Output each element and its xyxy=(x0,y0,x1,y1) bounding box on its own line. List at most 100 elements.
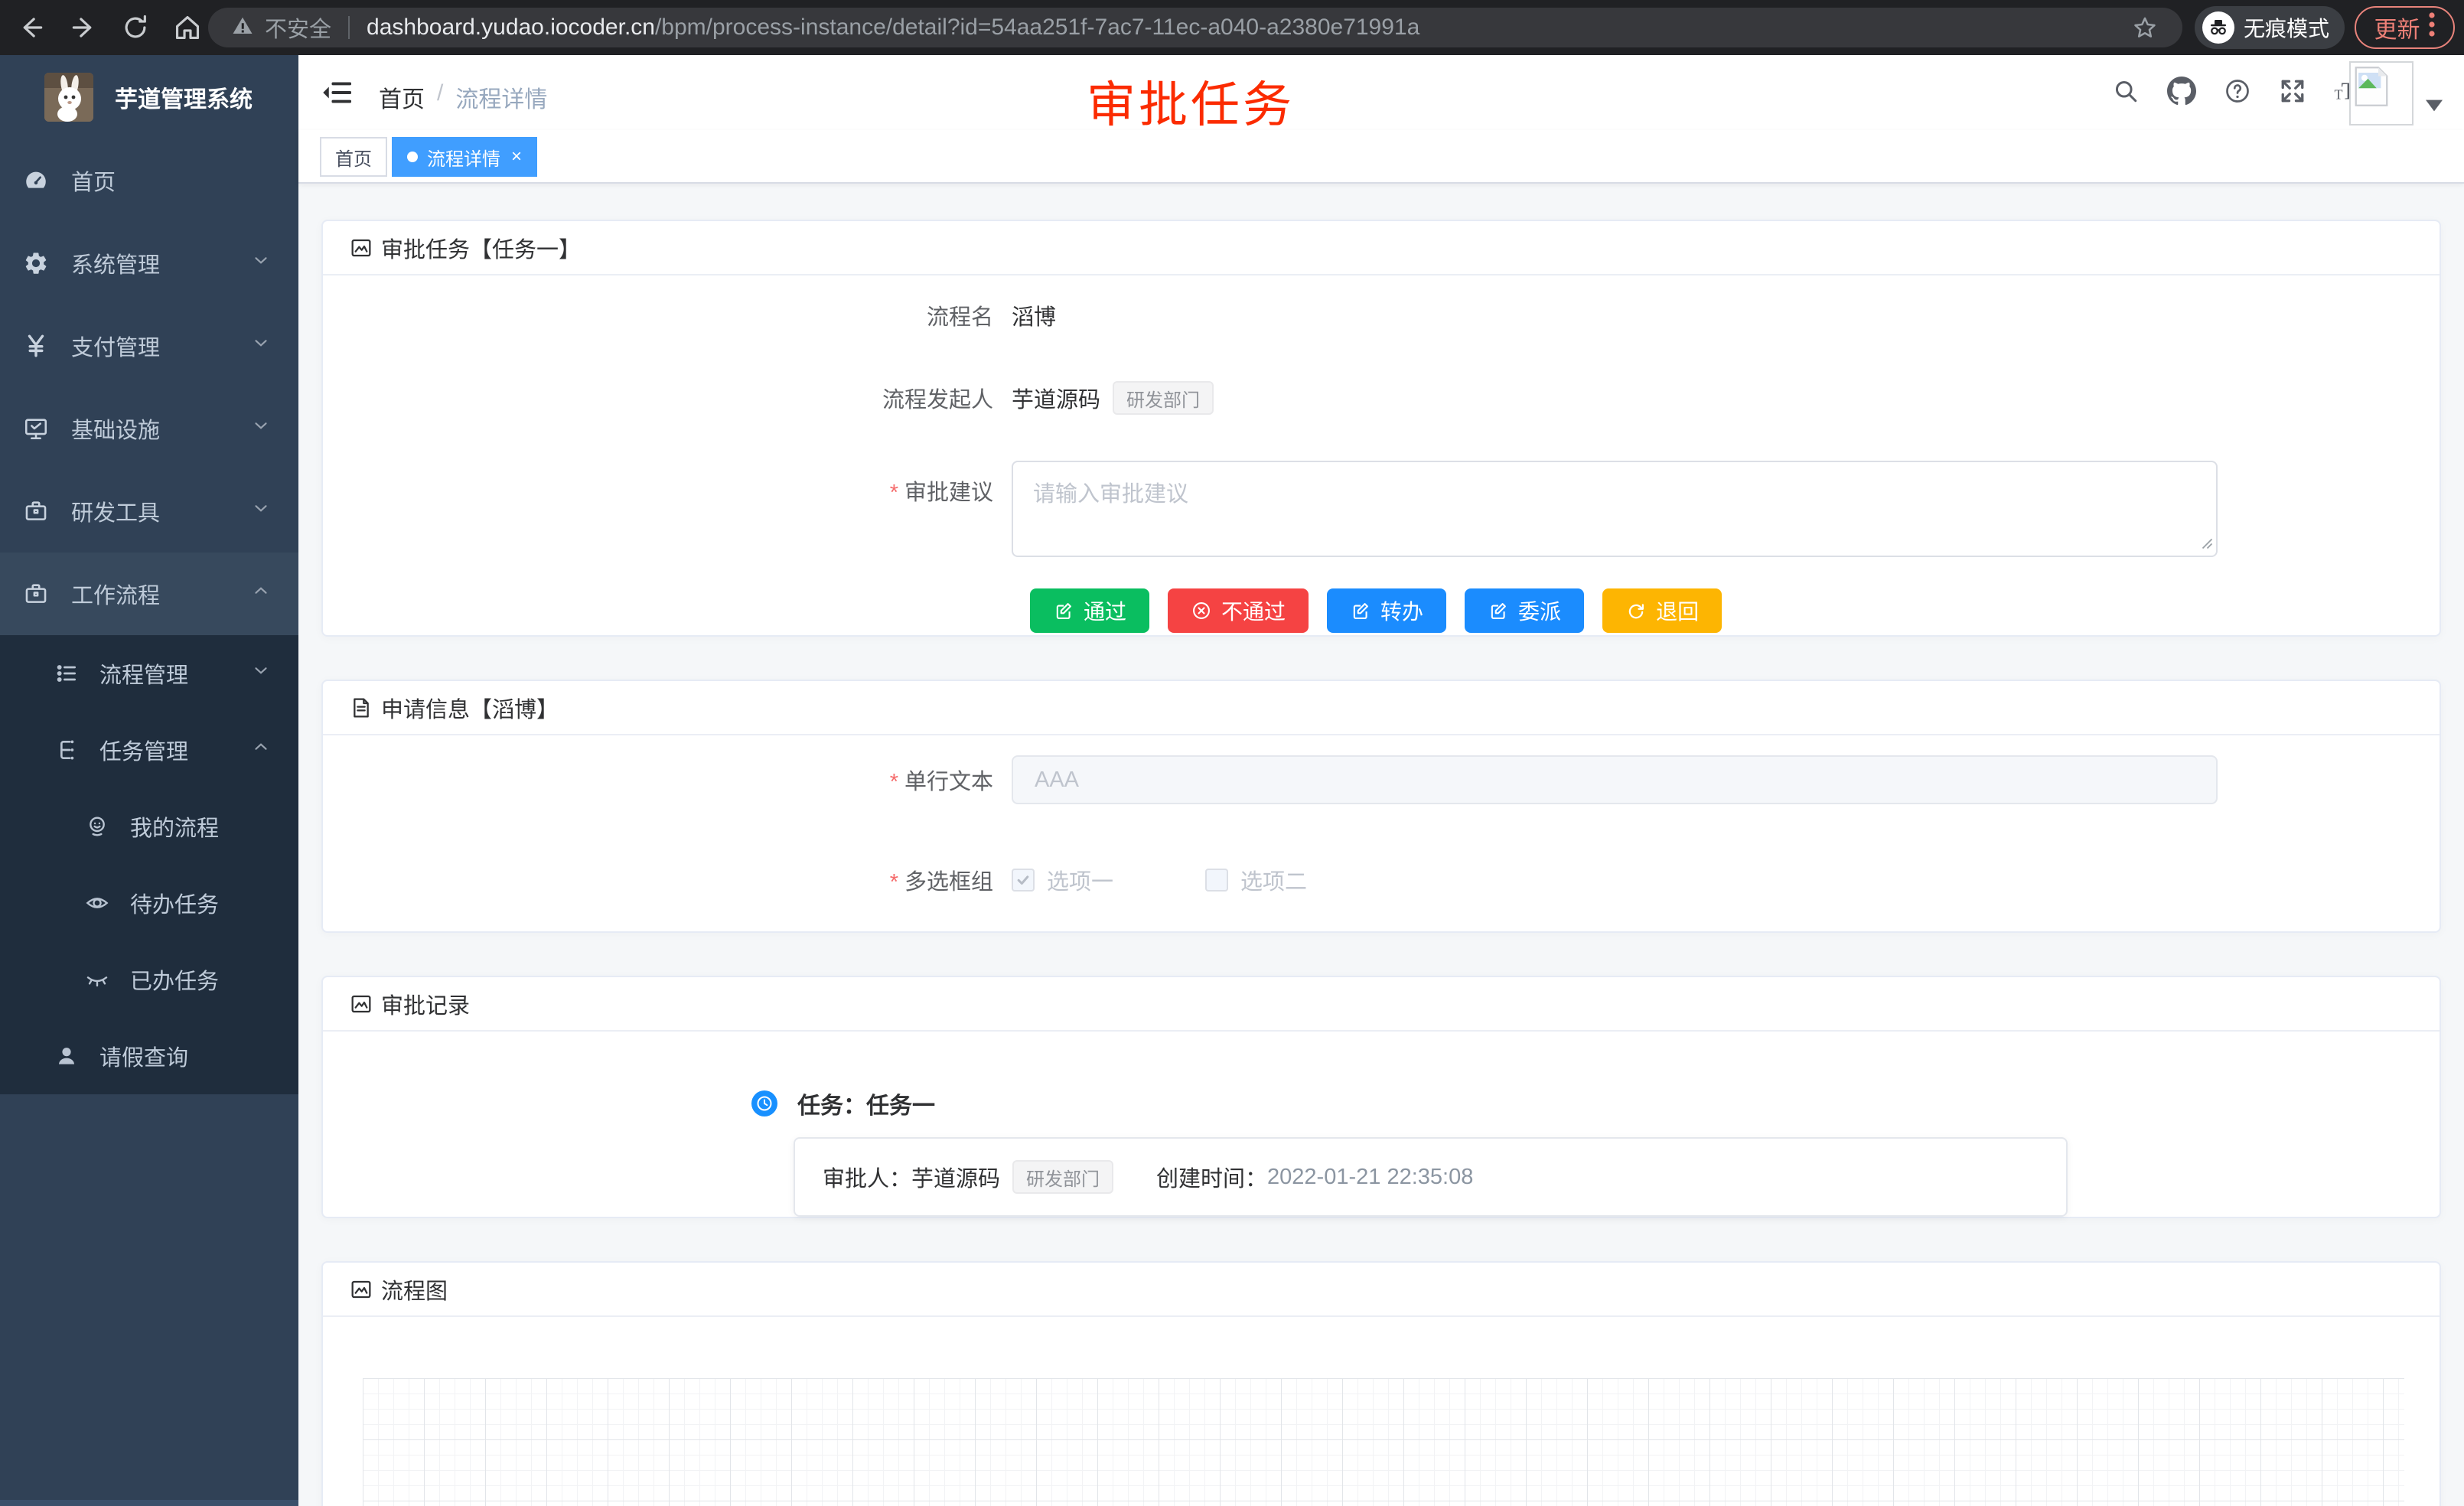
sidebar-item-leave-query[interactable]: 请假查询 xyxy=(0,1018,298,1094)
address-bar[interactable]: 不安全 dashboard.yudao.iocoder.cn/bpm/proce… xyxy=(208,8,2182,47)
picture-icon xyxy=(349,236,373,260)
created-label: 创建时间： xyxy=(1156,1161,1267,1193)
briefcase-icon xyxy=(23,581,49,607)
github-icon[interactable] xyxy=(2167,77,2196,109)
chevron-down-icon xyxy=(251,333,271,359)
sidebar: 芋道管理系统 首页 系统管理 支付管理 基础设施 研发工具 工作流程 流程管理 xyxy=(0,55,298,1506)
briefcase-icon xyxy=(23,498,49,524)
chevron-down-icon xyxy=(251,660,271,686)
breadcrumb-separator: / xyxy=(437,80,443,114)
app-title: 芋道管理系统 xyxy=(115,80,253,114)
app-logo-row[interactable]: 芋道管理系统 xyxy=(0,55,298,139)
picture-icon xyxy=(349,992,373,1016)
assignee-label: 审批人： xyxy=(823,1161,911,1193)
tab-home[interactable]: 首页 xyxy=(320,137,387,177)
request-info-card: 申请信息【滔博】 单行文本 多选框组 选项一 xyxy=(321,680,2441,933)
sidebar-item-label: 首页 xyxy=(71,165,116,197)
page-header: 首页 / 流程详情 审批任务 TT xyxy=(298,55,2464,130)
tags-view-bar: 首页 流程详情 × xyxy=(298,130,2464,184)
tab-label: 流程详情 xyxy=(427,144,500,171)
text-field-row: 单行文本 xyxy=(323,755,2440,804)
diagram-card-title: 流程图 xyxy=(381,1273,448,1306)
back-icon[interactable] xyxy=(17,13,46,42)
sidebar-item-label: 研发工具 xyxy=(71,495,160,527)
sidebar-item-workflow[interactable]: 工作流程 xyxy=(0,553,298,635)
search-icon[interactable] xyxy=(2112,77,2140,109)
app-logo xyxy=(44,73,93,122)
gear-icon xyxy=(23,250,49,276)
checkbox-option-2[interactable]: 选项二 xyxy=(1205,864,1307,896)
sidebar-item-label: 系统管理 xyxy=(71,247,160,279)
text-field-label: 单行文本 xyxy=(323,764,1012,796)
sidebar-item-task-mgmt[interactable]: 任务管理 xyxy=(0,712,298,788)
single-line-text-input[interactable] xyxy=(1012,755,2218,804)
checkbox-option-1[interactable]: 选项一 xyxy=(1012,864,1113,896)
page-annotation-title: 审批任务 xyxy=(1087,66,1295,136)
avatar[interactable] xyxy=(2349,61,2413,126)
textarea-resize-grip[interactable] xyxy=(2199,536,2213,553)
chevron-down-icon xyxy=(251,250,271,276)
approval-record-card: 审批记录 任务：任务一 审批人： 芋道源码 研发部门 创建时间： 2022-01… xyxy=(321,976,2441,1218)
sidebar-bottom-strip xyxy=(0,1500,298,1506)
breadcrumb-home[interactable]: 首页 xyxy=(379,80,425,114)
timeline-task-row: 任务：任务一 xyxy=(751,1087,2440,1120)
process-name-value: 滔博 xyxy=(1012,299,1056,331)
sidebar-item-todo-tasks[interactable]: 待办任务 xyxy=(0,865,298,941)
reload-icon[interactable] xyxy=(121,13,150,42)
eye-closed-icon xyxy=(84,967,110,992)
incognito-label: 无痕模式 xyxy=(2244,12,2329,43)
transfer-button[interactable]: 转办 xyxy=(1327,588,1446,633)
checkbox-label: 选项二 xyxy=(1240,864,1307,896)
diagram-card-header: 流程图 xyxy=(323,1263,2440,1317)
sidebar-item-my-process[interactable]: 我的流程 xyxy=(0,788,298,865)
assignee-value: 芋道源码 xyxy=(911,1161,1000,1193)
bpmn-canvas[interactable] xyxy=(363,1378,2404,1506)
update-button[interactable]: 更新 xyxy=(2355,6,2455,49)
suggestion-label: 审批建议 xyxy=(323,461,1012,507)
user-fill-icon xyxy=(54,1044,80,1068)
sidebar-item-process-mgmt[interactable]: 流程管理 xyxy=(0,635,298,712)
checkbox-group-row: 多选框组 选项一 选项二 xyxy=(323,869,2440,892)
tab-process-detail[interactable]: 流程详情 × xyxy=(392,137,537,177)
initiator-label: 流程发起人 xyxy=(323,382,1012,414)
circle-close-icon xyxy=(1191,600,1212,621)
sidebar-item-infra[interactable]: 基础设施 xyxy=(0,387,298,470)
help-icon[interactable] xyxy=(2224,77,2251,109)
checkbox-unchecked-icon xyxy=(1205,869,1228,892)
initiator-row: 流程发起人 芋道源码 研发部门 xyxy=(323,381,2440,415)
checkbox-label: 选项一 xyxy=(1047,864,1113,896)
chevron-up-icon xyxy=(251,581,271,607)
approve-button[interactable]: 通过 xyxy=(1030,588,1149,633)
sidebar-item-done-tasks[interactable]: 已办任务 xyxy=(0,941,298,1018)
sidebar-item-label: 任务管理 xyxy=(99,734,188,766)
browser-menu-dots-icon[interactable] xyxy=(2428,11,2436,44)
fullscreen-icon[interactable] xyxy=(2279,77,2306,109)
security-label: 不安全 xyxy=(265,11,331,44)
sidebar-fold-icon[interactable] xyxy=(321,79,354,110)
dept-tag: 研发部门 xyxy=(1113,381,1214,415)
return-button[interactable]: 退回 xyxy=(1602,588,1722,633)
suggestion-row: 审批建议 xyxy=(323,461,2440,561)
url-domain: dashboard.yudao.iocoder.cn xyxy=(367,15,655,41)
request-card-header: 申请信息【滔博】 xyxy=(323,681,2440,735)
sidebar-item-pay[interactable]: 支付管理 xyxy=(0,305,298,387)
sidebar-item-system[interactable]: 系统管理 xyxy=(0,222,298,305)
sidebar-item-home[interactable]: 首页 xyxy=(0,139,298,222)
bookmark-star-icon[interactable] xyxy=(2132,15,2158,44)
forward-icon[interactable] xyxy=(69,13,98,42)
undo-icon xyxy=(1625,600,1647,621)
approval-task-card: 审批任务【任务一】 流程名 滔博 流程发起人 芋道源码 研发部门 审批建议 xyxy=(321,220,2441,637)
request-card-title: 申请信息【滔博】 xyxy=(381,692,559,724)
document-icon xyxy=(349,696,373,720)
delegate-button[interactable]: 委派 xyxy=(1465,588,1584,633)
button-label: 转办 xyxy=(1380,595,1423,626)
sidebar-item-devtools[interactable]: 研发工具 xyxy=(0,470,298,553)
avatar-caret-icon[interactable] xyxy=(2426,99,2443,116)
initiator-value: 芋道源码 xyxy=(1012,382,1100,414)
url-path: /bpm/process-instance/detail?id=54aa251f… xyxy=(655,15,1419,41)
reject-button[interactable]: 不通过 xyxy=(1168,588,1309,633)
tab-close-icon[interactable]: × xyxy=(511,148,522,166)
page-content: 审批任务【任务一】 流程名 滔博 流程发起人 芋道源码 研发部门 审批建议 xyxy=(298,184,2464,1506)
suggestion-textarea[interactable] xyxy=(1012,461,2218,557)
home-icon[interactable] xyxy=(173,13,202,42)
